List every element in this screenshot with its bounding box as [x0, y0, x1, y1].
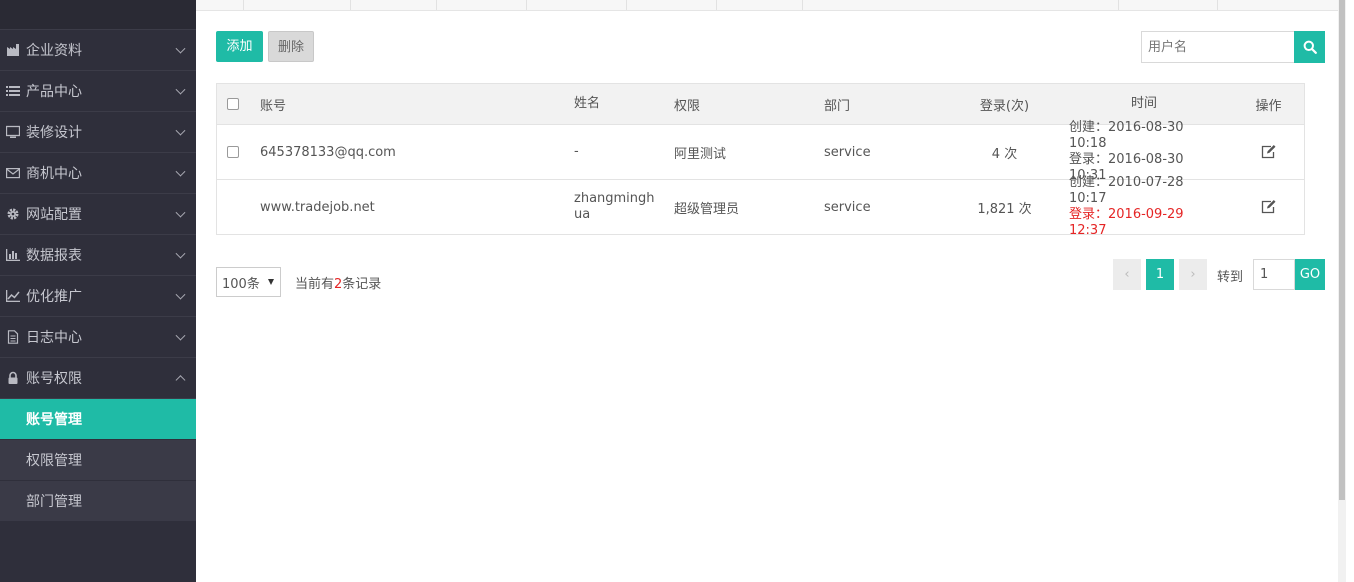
created-time: 创建：2010-07-28 10:17	[1069, 175, 1184, 206]
header-department: 部门	[824, 98, 851, 114]
table-header-row: 账号 姓名 权限 部门 登录(次) 时间 操作	[217, 84, 1304, 125]
sidebar-item-label: 产品中心	[26, 84, 82, 100]
header-login-count: 登录(次)	[979, 98, 1030, 114]
next-page-button[interactable]: ›	[1179, 259, 1207, 290]
action-cell	[1247, 180, 1290, 234]
go-button[interactable]: GO	[1295, 259, 1325, 290]
sidebar-item-logs[interactable]: 日志中心	[0, 317, 196, 358]
factory-icon	[5, 42, 21, 58]
last-login-time: 登录：2016-09-29 12:37	[1069, 207, 1184, 238]
sidebar-item-label: 商机中心	[26, 166, 82, 182]
scrollbar-thumb[interactable]	[1339, 0, 1345, 500]
sidebar-subitem-permission-management[interactable]: 权限管理	[0, 440, 196, 481]
gear-icon	[5, 206, 21, 222]
sidebar-item-company-info[interactable]: 企业资料	[0, 30, 196, 71]
edit-icon[interactable]	[1261, 145, 1277, 159]
select-all-cell	[227, 84, 239, 124]
header-permission: 权限	[674, 98, 701, 114]
sidebar-item-site-config[interactable]: 网站配置	[0, 194, 196, 235]
header-action: 操作	[1255, 98, 1282, 114]
permission-cell: 阿里测试	[674, 146, 727, 162]
goto-page-input[interactable]	[1253, 259, 1295, 290]
header-name: 姓名	[574, 96, 601, 111]
name-cell: zhangminghua	[574, 180, 659, 234]
table-row: www.tradejob.net zhangminghua 超级管理员 serv…	[217, 175, 1304, 238]
select-all-checkbox[interactable]	[227, 98, 239, 110]
chevron-down-icon	[175, 43, 186, 54]
sidebar-subitem-account-management[interactable]: 账号管理	[0, 399, 196, 440]
goto-label: 转到	[1217, 270, 1244, 285]
account-cell: www.tradejob.net	[260, 199, 375, 215]
time-cell: 创建：2010-07-28 10:17 登录：2016-09-29 12:37	[1069, 175, 1219, 238]
search-icon	[1303, 40, 1317, 54]
login-count-cell: 1,821 次	[977, 201, 1032, 217]
department-cell: service	[824, 199, 871, 215]
line-chart-icon	[5, 288, 21, 304]
page-1-button[interactable]: 1	[1146, 259, 1174, 290]
sidebar-item-reports[interactable]: 数据报表	[0, 235, 196, 276]
chevron-down-icon	[175, 330, 186, 341]
document-icon	[5, 329, 21, 345]
page-size-value: 100条	[222, 276, 260, 292]
record-prefix: 当前有	[295, 277, 335, 292]
dropdown-arrow-icon	[268, 279, 274, 285]
main-content: 添加 删除 账号 姓名 权限 部门 登录(次) 时间 操作 645378133@…	[196, 0, 1346, 582]
created-time: 创建：2016-08-30 10:18	[1069, 120, 1184, 151]
record-count-text: 当前有2条记录	[295, 273, 381, 292]
sidebar-item-label: 装修设计	[26, 125, 82, 141]
prev-page-button[interactable]: ‹	[1113, 259, 1141, 290]
row-checkbox[interactable]	[227, 146, 239, 158]
chevron-down-icon	[175, 248, 186, 259]
top-tab-strip	[196, 0, 1346, 11]
sidebar-item-products[interactable]: 产品中心	[0, 71, 196, 112]
chevron-down-icon	[175, 289, 186, 300]
sidebar-item-label: 优化推广	[26, 289, 82, 305]
accounts-table: 账号 姓名 权限 部门 登录(次) 时间 操作 645378133@qq.com…	[216, 83, 1305, 238]
header-time: 时间	[1130, 96, 1157, 111]
permission-cell: 超级管理员	[674, 201, 740, 217]
sidebar-top	[0, 0, 196, 30]
delete-button[interactable]: 删除	[268, 31, 314, 62]
envelope-icon	[5, 165, 21, 181]
lock-icon	[5, 370, 21, 386]
sidebar-item-promotion[interactable]: 优化推广	[0, 276, 196, 317]
sidebar: 企业资料 产品中心 装修设计 商机中心 网站配置 数据报表 优化推广 日志中心 …	[0, 0, 196, 582]
search-button[interactable]	[1294, 31, 1325, 63]
chevron-down-icon	[175, 125, 186, 136]
time-cell: 创建：2016-08-30 10:18 登录：2016-08-30 10:31	[1069, 120, 1219, 183]
edit-icon[interactable]	[1261, 200, 1277, 214]
bar-chart-icon	[5, 247, 21, 263]
name-cell: -	[574, 125, 659, 179]
scrollbar[interactable]	[1338, 0, 1346, 582]
sidebar-item-label: 日志中心	[26, 330, 82, 346]
chevron-down-icon	[175, 84, 186, 95]
sidebar-item-label: 账号权限	[26, 371, 82, 387]
department-cell: service	[824, 144, 871, 160]
monitor-icon	[5, 124, 21, 140]
name-text: -	[574, 144, 579, 159]
list-icon	[5, 83, 21, 99]
name-text: zhangminghua	[574, 191, 655, 222]
sidebar-item-decoration[interactable]: 装修设计	[0, 112, 196, 153]
page-size-select[interactable]: 100条	[216, 267, 281, 297]
sidebar-item-label: 企业资料	[26, 43, 82, 59]
login-count-cell: 4 次	[991, 146, 1018, 162]
chevron-up-icon	[175, 375, 186, 386]
username-search-input[interactable]	[1141, 31, 1294, 63]
chevron-down-icon	[175, 166, 186, 177]
chevron-down-icon	[175, 207, 186, 218]
record-suffix: 条记录	[342, 277, 382, 292]
action-cell	[1247, 125, 1290, 179]
sidebar-item-business[interactable]: 商机中心	[0, 153, 196, 194]
account-cell: 645378133@qq.com	[260, 144, 396, 160]
row-select-cell	[227, 125, 239, 179]
sidebar-item-account-permissions[interactable]: 账号权限	[0, 358, 196, 399]
add-button[interactable]: 添加	[216, 31, 263, 62]
sidebar-item-label: 网站配置	[26, 207, 82, 223]
sidebar-item-label: 数据报表	[26, 248, 82, 264]
sidebar-subitem-department-management[interactable]: 部门管理	[0, 481, 196, 522]
table-row: 645378133@qq.com - 阿里测试 service 4 次 创建：2…	[217, 120, 1304, 183]
header-account: 账号	[260, 98, 287, 114]
